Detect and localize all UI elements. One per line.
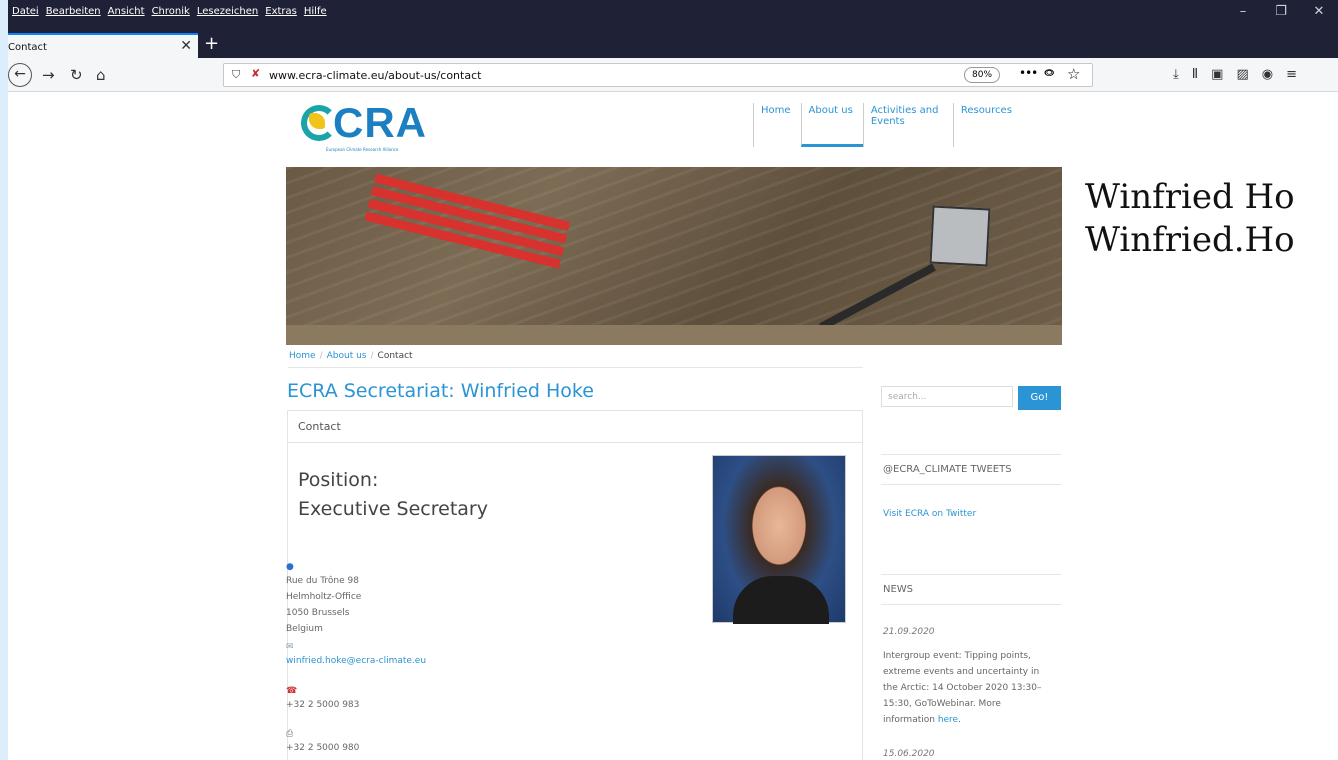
page-actions-icon[interactable]: ••• <box>1019 66 1038 80</box>
menu-extras[interactable]: Extras <box>265 6 297 17</box>
breadcrumb-separator: / <box>319 351 323 361</box>
minimize-button[interactable]: – <box>1224 4 1262 19</box>
search-input[interactable]: search... <box>881 386 1013 407</box>
stone-ledge-image <box>286 325 1062 345</box>
overlay-line-email: Winfried.Ho <box>1085 220 1295 260</box>
zoom-level-badge[interactable]: 80% <box>964 67 1001 83</box>
email-icon: ✉ <box>286 642 294 652</box>
menu-ansicht[interactable]: Ansicht <box>108 6 145 17</box>
position-value: Executive Secretary <box>298 498 488 520</box>
url-bar[interactable]: ⛉ ✘ www.ecra-climate.eu/about-us/contact… <box>223 63 1093 87</box>
tab-contact[interactable]: Contact ✕ <box>8 33 198 58</box>
close-window-button[interactable]: ✕ <box>1300 4 1338 19</box>
news-item-text: Intergroup event: Tipping points, extrem… <box>883 648 1053 728</box>
sidebar-divider <box>881 484 1061 485</box>
bookmark-star-icon[interactable]: ☆ <box>1067 65 1080 83</box>
address-line-4: Belgium <box>286 624 323 634</box>
web-page: CRA European Climate Research Alliance H… <box>8 93 1338 760</box>
browser-window: Datei Bearbeiten Ansicht Chronik Lesezei… <box>8 0 1338 760</box>
logo-subtitle: European Climate Research Alliance <box>326 147 399 152</box>
toolbar-icons: ⤓ Ⅱ ▣ ▨ ◉ ≡ <box>1173 67 1297 82</box>
url-text[interactable]: www.ecra-climate.eu/about-us/contact <box>269 69 481 82</box>
breadcrumb: Home / About us / Contact <box>289 351 413 361</box>
breadcrumb-current: Contact <box>377 351 413 361</box>
tab-close-icon[interactable]: ✕ <box>180 38 192 54</box>
reload-button[interactable]: ↻ <box>70 66 83 84</box>
navigation-bar: ← → ↻ ⌂ ⛉ ✘ www.ecra-climate.eu/about-us… <box>8 58 1338 92</box>
contact-panel: Contact Position: Executive Secretary ● … <box>286 410 863 760</box>
hamburger-menu-icon[interactable]: ≡ <box>1286 67 1297 82</box>
menu-items: Datei Bearbeiten Ansicht Chronik Lesezei… <box>12 6 327 17</box>
pocket-icon[interactable]: ⭖ <box>1044 66 1054 81</box>
globe-icon: ● <box>286 562 294 572</box>
news-heading: NEWS <box>883 584 914 595</box>
shield-icon[interactable]: ⛉ <box>232 68 240 82</box>
email-link[interactable]: winfried.hoke@ecra-climate.eu <box>286 653 426 669</box>
nav-activities-events[interactable]: Activities and Events <box>862 103 953 147</box>
fax-block: ⎙ +32 2 5000 980 <box>286 726 359 756</box>
email-block: ✉ winfried.hoke@ecra-climate.eu <box>286 639 426 669</box>
address-line-3: 1050 Brussels <box>286 608 350 618</box>
overlay-line-name: Winfried Ho <box>1085 177 1295 217</box>
contact-panel-header: Contact <box>288 411 862 443</box>
menu-datei[interactable]: Datei <box>12 6 39 17</box>
sidebar-divider <box>881 574 1061 575</box>
menu-bar: Datei Bearbeiten Ansicht Chronik Lesezei… <box>8 0 1338 30</box>
breadcrumb-separator: / <box>370 351 374 361</box>
forward-button[interactable]: → <box>42 66 55 84</box>
restore-button[interactable]: ❐ <box>1262 4 1300 19</box>
breadcrumb-divider <box>288 367 863 368</box>
menu-lesezeichen[interactable]: Lesezeichen <box>197 6 258 17</box>
address-line-2: Helmholtz-Office <box>286 592 362 602</box>
pocket-toolbar-icon[interactable]: ▨ <box>1236 67 1248 82</box>
news-item-body: Intergroup event: Tipping points, extrem… <box>883 651 1042 725</box>
insecure-lock-icon[interactable]: ✘ <box>251 67 260 80</box>
fax-icon: ⎙ <box>286 729 294 739</box>
hero-image <box>286 167 1062 345</box>
tweets-heading: @ECRA_CLIMATE TWEETS <box>883 464 1012 475</box>
main-navigation: Home About us Activities and Events Reso… <box>753 103 1022 147</box>
tab-title: Contact <box>8 42 47 53</box>
address-line-1: Rue du Trône 98 <box>286 576 359 586</box>
sidebar-divider <box>881 454 1061 455</box>
home-button[interactable]: ⌂ <box>96 66 106 84</box>
nav-resources[interactable]: Resources <box>952 103 1022 147</box>
menu-chronik[interactable]: Chronik <box>152 6 190 17</box>
library-icon[interactable]: Ⅱ <box>1192 67 1198 82</box>
news-date: 15.06.2020 <box>883 749 935 759</box>
window-controls: – ❐ ✕ <box>1224 4 1338 19</box>
news-date: 21.09.2020 <box>883 627 935 637</box>
phone-block: ☎ +32 2 5000 983 <box>286 683 359 713</box>
road-sign-image <box>929 205 991 267</box>
ecra-logo[interactable]: CRA European Climate Research Alliance <box>299 99 429 152</box>
phone-icon: ☎ <box>286 686 298 696</box>
address-block: ● Rue du Trône 98 Helmholtz-Office 1050 … <box>286 559 361 637</box>
download-icon[interactable]: ⤓ <box>1173 67 1179 82</box>
window-frame-edge <box>0 0 8 760</box>
menu-bearbeiten[interactable]: Bearbeiten <box>46 6 101 17</box>
tab-bar: Contact ✕ + <box>8 30 1338 58</box>
breadcrumb-home[interactable]: Home <box>289 351 316 361</box>
sidebar-icon[interactable]: ▣ <box>1211 67 1223 82</box>
logo-text: CRA <box>333 99 427 146</box>
position-label: Position: <box>298 469 379 491</box>
nav-about-us[interactable]: About us <box>800 103 863 147</box>
news-item-period: . <box>958 715 961 725</box>
fax-number: +32 2 5000 980 <box>286 743 360 753</box>
overlay-text: Winfried Ho Winfried.Ho <box>1085 176 1295 262</box>
twitter-link[interactable]: Visit ECRA on Twitter <box>883 509 976 519</box>
account-icon[interactable]: ◉ <box>1262 67 1273 82</box>
breadcrumb-about-us[interactable]: About us <box>327 351 367 361</box>
phone-number: +32 2 5000 983 <box>286 700 360 710</box>
search-go-button[interactable]: Go! <box>1018 386 1061 410</box>
portrait-shirt <box>733 576 829 624</box>
back-button[interactable]: ← <box>8 63 32 87</box>
portrait-photo <box>712 455 846 624</box>
nav-home[interactable]: Home <box>753 103 801 147</box>
page-title: ECRA Secretariat: Winfried Hoke <box>287 380 594 402</box>
news-item-link[interactable]: here <box>938 715 958 725</box>
menu-hilfe[interactable]: Hilfe <box>304 6 327 17</box>
new-tab-button[interactable]: + <box>204 33 219 54</box>
sidebar-divider <box>881 604 1061 605</box>
